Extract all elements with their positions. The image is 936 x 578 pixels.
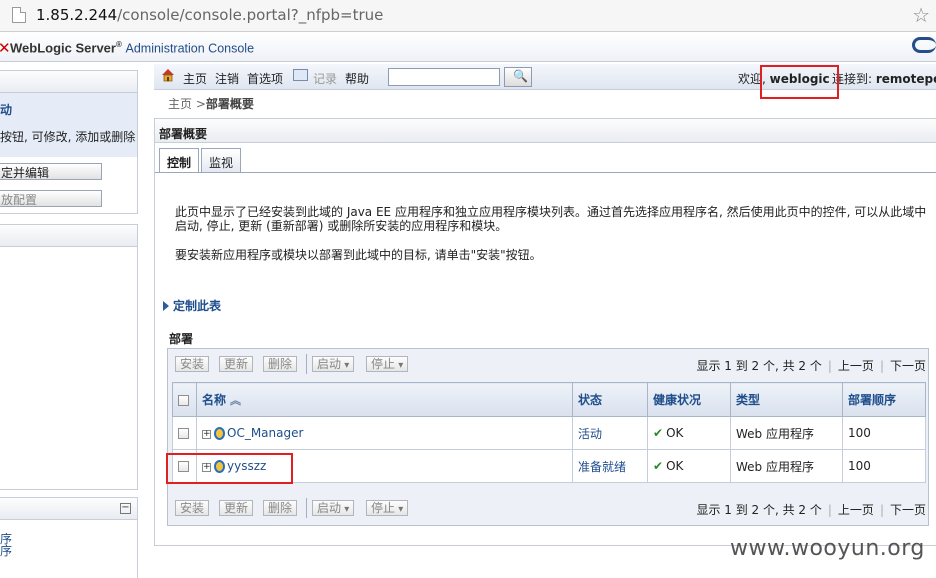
- app-highlight-box: [166, 453, 293, 484]
- delete-button[interactable]: 删除: [263, 500, 298, 516]
- col-type[interactable]: 类型: [730, 382, 843, 417]
- help-link[interactable]: 帮助: [345, 70, 369, 87]
- col-health[interactable]: 健康状况: [647, 382, 731, 417]
- page-icon: [12, 7, 26, 23]
- change-center-body: 动 按钮, 可修改, 添加或删除: [0, 93, 137, 157]
- row-select-cell: [172, 416, 197, 450]
- home-icon: [162, 69, 174, 82]
- order-cell: 100: [842, 416, 926, 450]
- record-icon: [293, 69, 308, 81]
- start-dropdown[interactable]: 启动: [312, 500, 355, 516]
- change-center-title: 动: [0, 103, 13, 117]
- deployments-table: 安装 更新 删除 启动 停止 显示 1 到 2 个, 共 2 个|上一页|下一页…: [167, 348, 929, 526]
- preferences-link[interactable]: 首选项: [247, 70, 283, 87]
- health-cell: ✔ OK: [647, 416, 731, 450]
- table-toolbar-bottom: 安装 更新 删除 启动 停止 显示 1 到 2 个, 共 2 个|上一页|下一页: [168, 493, 928, 521]
- how-do-i-link[interactable]: 序: [0, 538, 137, 558]
- home-link[interactable]: 主页: [183, 70, 207, 87]
- pager-count: 显示 1 到 2 个, 共 2 个: [696, 503, 822, 517]
- start-dropdown[interactable]: 启动: [312, 356, 355, 372]
- application-icon: [214, 427, 225, 440]
- state-cell[interactable]: 活动: [572, 416, 648, 450]
- stop-dropdown[interactable]: 停止: [366, 356, 409, 372]
- order-cell: 100: [842, 449, 926, 483]
- next-page-link[interactable]: 下一页: [890, 503, 926, 517]
- name-cell: + OC_Manager: [196, 416, 573, 450]
- table-row: + OC_Manager 活动 ✔ OK Web 应用程序 100: [172, 416, 926, 450]
- col-state[interactable]: 状态: [572, 382, 648, 417]
- section-title: 部署: [169, 332, 194, 346]
- update-button[interactable]: 更新: [219, 500, 254, 516]
- search-button[interactable]: 🔍: [504, 67, 532, 87]
- watermark: www.wooyun.org: [730, 536, 925, 561]
- description-text: 此页中显示了已经安装到此域的 Java EE 应用程序和独立应用程序模块列表。通…: [175, 205, 927, 233]
- search-input[interactable]: [388, 68, 500, 86]
- how-do-i-link[interactable]: 序: [0, 520, 137, 546]
- toolbar-separator: [306, 498, 307, 518]
- app-name-link[interactable]: OC_Manager: [227, 426, 303, 440]
- breadcrumb-home[interactable]: 主页: [168, 97, 192, 111]
- change-center-panel: 动 按钮, 可修改, 添加或删除 定并编辑 放配置: [0, 70, 138, 214]
- table-header-row: 名称 ︽ 状态 健康状况 类型 部署顺序: [172, 382, 926, 417]
- domain-structure-panel: [0, 224, 138, 490]
- console-brand: WebLogic Server® Administration Console: [10, 40, 255, 56]
- tab-control[interactable]: 控制: [159, 148, 199, 173]
- breadcrumb: 主页 >部署概要: [168, 97, 254, 111]
- prev-page-link[interactable]: 上一页: [838, 359, 874, 373]
- change-center-header: [0, 71, 137, 93]
- release-configuration-button[interactable]: 放配置: [0, 190, 102, 207]
- delete-button[interactable]: 删除: [263, 356, 298, 372]
- row-checkbox[interactable]: [178, 428, 189, 439]
- install-hint-text: 要安装新应用程序或模块以部署到此域中的目标, 请单击"安装"按钮。: [175, 248, 542, 262]
- type-cell: Web 应用程序: [730, 449, 843, 483]
- console-header: ✕ WebLogic Server® Administration Consol…: [0, 32, 936, 62]
- tab-divider: [155, 172, 936, 173]
- username-highlight-box: [760, 65, 839, 99]
- ok-check-icon: ✔: [653, 426, 664, 440]
- oracle-logo-icon: [912, 37, 936, 53]
- select-all-header: [172, 382, 197, 417]
- search-icon: 🔍: [513, 69, 528, 83]
- pager: 显示 1 到 2 个, 共 2 个 | 上一页 | 下一页: [696, 503, 926, 517]
- url-field[interactable]: 1.85.2.244/console/console.portal?_nfpb=…: [36, 6, 383, 24]
- pager: 显示 1 到 2 个, 共 2 个 | 上一页 | 下一页: [696, 359, 926, 373]
- stop-dropdown[interactable]: 停止: [366, 500, 409, 516]
- expand-icon[interactable]: +: [202, 430, 211, 439]
- table-toolbar-top: 安装 更新 删除 启动 停止 显示 1 到 2 个, 共 2 个|上一页|下一页: [168, 349, 928, 377]
- collapse-icon[interactable]: −: [120, 503, 131, 514]
- install-button[interactable]: 安装: [175, 500, 210, 516]
- pager-count: 显示 1 到 2 个, 共 2 个: [696, 359, 822, 373]
- oracle-mark-icon: ✕: [0, 39, 11, 57]
- toolbar-separator: [306, 354, 307, 374]
- change-center-text: 按钮, 可修改, 添加或删除: [0, 130, 136, 144]
- sort-ascending-icon: ︽: [230, 394, 242, 407]
- select-all-checkbox[interactable]: [178, 394, 189, 406]
- how-do-i-header: −: [0, 498, 137, 520]
- domain-name: remotepc: [875, 72, 936, 86]
- how-do-i-panel: − 序 序: [0, 497, 138, 578]
- prev-page-link[interactable]: 上一页: [838, 503, 874, 517]
- browser-address-bar: 1.85.2.244/console/console.portal?_nfpb=…: [0, 0, 936, 32]
- health-cell: ✔ OK: [647, 449, 731, 483]
- bookmark-star-icon[interactable]: ☆: [912, 3, 930, 27]
- type-cell: Web 应用程序: [730, 416, 843, 450]
- col-name[interactable]: 名称 ︽: [196, 382, 573, 417]
- next-page-link[interactable]: 下一页: [890, 359, 926, 373]
- logout-link[interactable]: 注销: [215, 70, 239, 87]
- state-cell[interactable]: 准备就绪: [572, 449, 648, 483]
- ok-check-icon: ✔: [653, 459, 664, 473]
- customize-table-link[interactable]: 定制此表: [163, 297, 221, 314]
- col-deploy-order[interactable]: 部署顺序: [842, 382, 926, 417]
- breadcrumb-current: 部署概要: [205, 97, 254, 111]
- expand-triangle-icon: [163, 301, 169, 311]
- record-link[interactable]: 记录: [313, 70, 337, 87]
- domain-structure-header: [0, 225, 137, 247]
- update-button[interactable]: 更新: [219, 356, 254, 372]
- panel-title: 部署概要: [155, 119, 936, 143]
- lock-and-edit-button[interactable]: 定并编辑: [0, 163, 102, 180]
- install-button[interactable]: 安装: [175, 356, 210, 372]
- connected-to-text: 连接到: remotepc: [832, 70, 936, 87]
- tab-monitoring[interactable]: 监视: [201, 148, 241, 172]
